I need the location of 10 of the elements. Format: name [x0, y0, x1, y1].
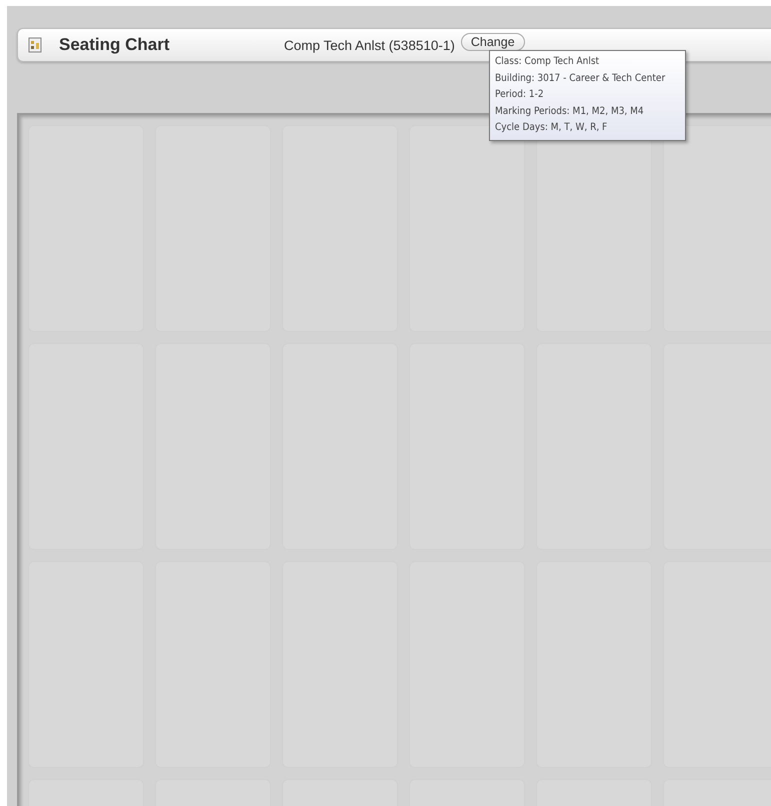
- tooltip-line: Building: 3017 - Career & Tech Center: [495, 72, 666, 86]
- class-name: Comp Tech Anlst (538510-1): [284, 38, 455, 52]
- seat-card[interactable]: [663, 125, 771, 332]
- tooltip-line: Period: 1-2: [495, 88, 545, 102]
- page-title: Seating Chart: [59, 35, 171, 55]
- tooltip-line: Cycle Days: M, T, W, R, F: [495, 121, 608, 135]
- change-button[interactable]: Change: [460, 33, 525, 51]
- chart-icon: [28, 37, 42, 53]
- tooltip-line: Marking Periods: M1, M2, M3, M4: [495, 104, 645, 118]
- tooltip-line: Class: Comp Tech Anlst: [495, 55, 600, 69]
